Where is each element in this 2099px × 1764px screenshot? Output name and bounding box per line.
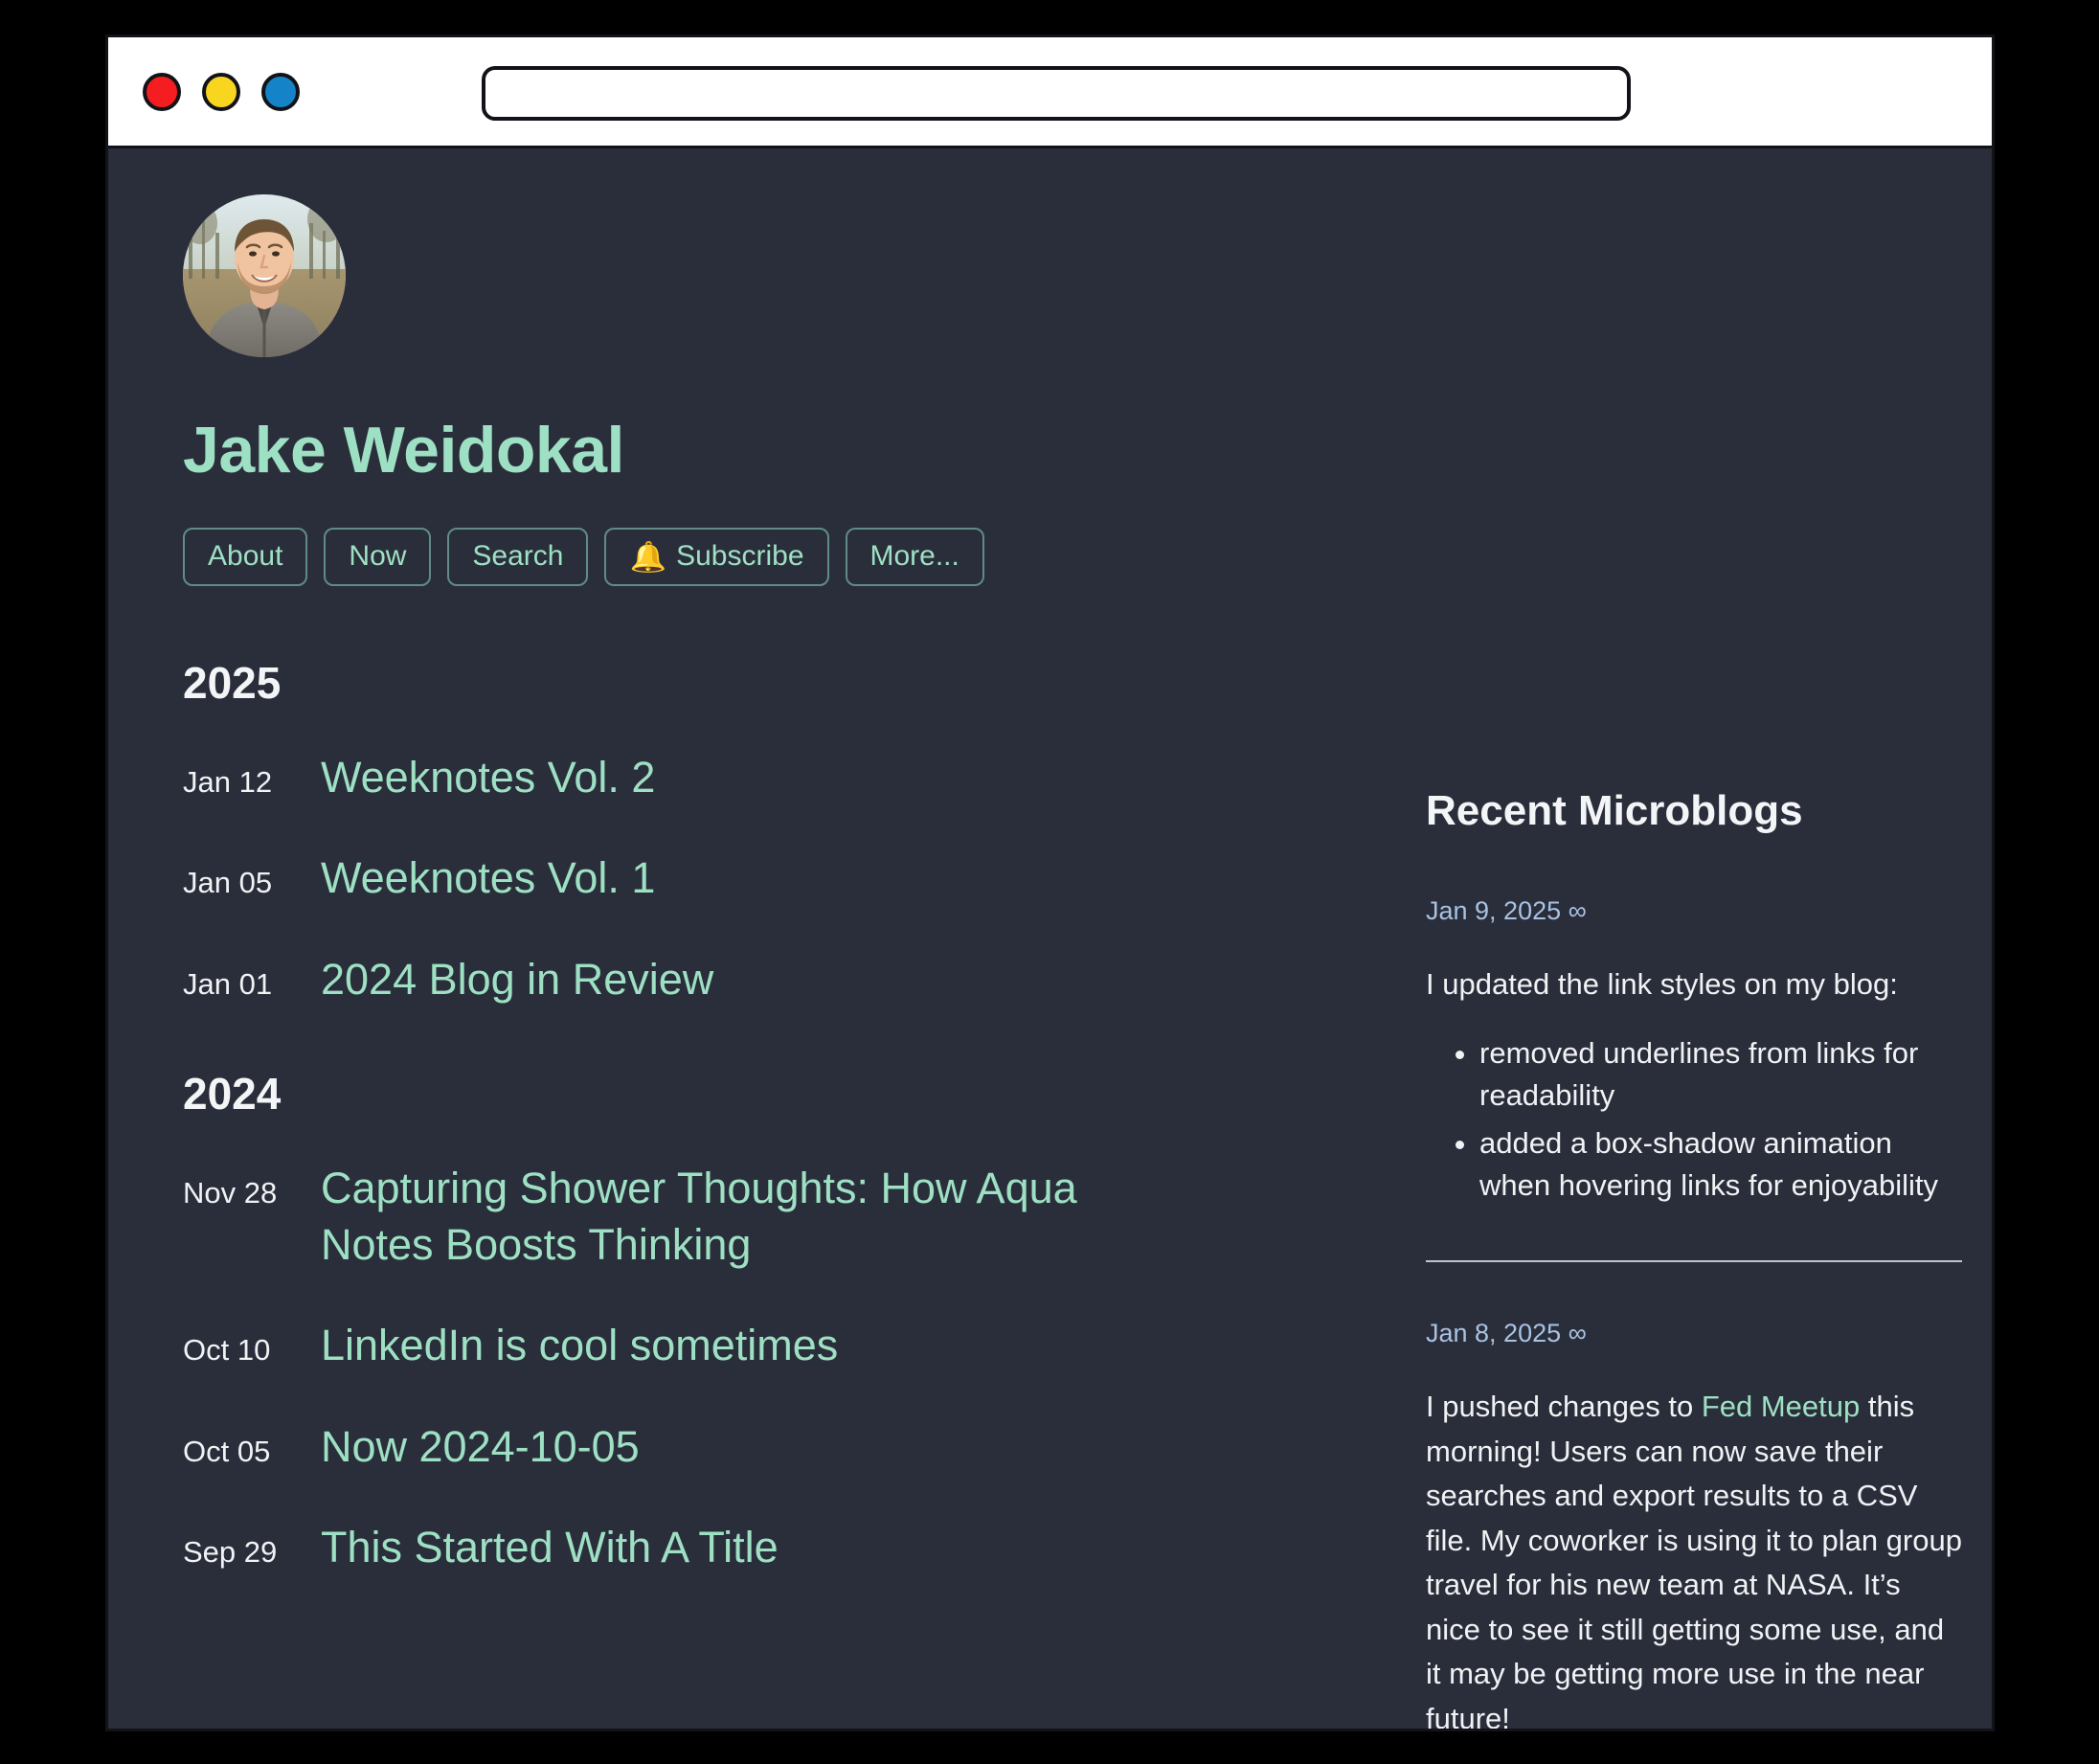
post-title-link[interactable]: Capturing Shower Thoughts: How Aqua Note… — [321, 1161, 1183, 1273]
microblog-permalink[interactable]: Jan 8, 2025 ∞ — [1426, 1318, 1962, 1348]
post-date: Jan 12 — [183, 764, 273, 799]
post-date: Oct 05 — [183, 1434, 271, 1468]
nav-button-search[interactable]: Search — [447, 528, 589, 586]
page-title: Jake Weidokal — [183, 414, 624, 486]
browser-chrome-bar — [108, 37, 1992, 148]
main-column: Jake Weidokal About Now Search 🔔 Subscri… — [183, 194, 1380, 1729]
sidebar-microblogs: Recent Microblogs Jan 9, 2025 ∞ I update… — [1426, 194, 1962, 1729]
site-navigation: About Now Search 🔔 Subscribe More... — [183, 528, 1380, 586]
post-list-item[interactable]: Nov 28 Capturing Shower Thoughts: How Aq… — [183, 1161, 1380, 1273]
nav-label-more: More... — [869, 540, 959, 572]
divider — [1426, 1259, 1962, 1262]
microblog-permalink[interactable]: Jan 9, 2025 ∞ — [1426, 895, 1962, 926]
post-title-link[interactable]: Now 2024-10-05 — [321, 1419, 640, 1476]
post-list-item[interactable]: Jan 05 Weeknotes Vol. 1 — [183, 850, 1380, 907]
post-list-item[interactable]: Sep 29 This Started With A Title — [183, 1520, 1380, 1576]
post-date: Jan 05 — [183, 866, 273, 899]
year-heading-2025: 2025 — [183, 657, 282, 708]
nav-button-about[interactable]: About — [183, 528, 308, 586]
close-window-button[interactable] — [143, 72, 181, 111]
nav-label-now: Now — [349, 540, 407, 572]
post-list-item[interactable]: Jan 12 Weeknotes Vol. 2 — [183, 750, 1380, 806]
page-content: Jake Weidokal About Now Search 🔔 Subscri… — [108, 148, 1992, 1729]
browser-window: Jake Weidokal About Now Search 🔔 Subscri… — [105, 34, 1995, 1731]
post-list-item[interactable]: Oct 10 LinkedIn is cool sometimes — [183, 1318, 1380, 1374]
microblog-entry: Jan 9, 2025 ∞ I updated the link styles … — [1426, 895, 1962, 1262]
list-item: added a box-shadow animation when hoveri… — [1479, 1122, 1962, 1207]
post-date: Oct 10 — [183, 1333, 271, 1367]
post-title-link[interactable]: Weeknotes Vol. 1 — [321, 850, 655, 907]
minimize-window-button[interactable] — [202, 72, 240, 111]
post-title-link[interactable]: LinkedIn is cool sometimes — [321, 1318, 838, 1374]
post-title-link[interactable]: 2024 Blog in Review — [321, 952, 713, 1008]
avatar — [183, 194, 346, 357]
microblog-body: I pushed changes to Fed Meetup this morn… — [1426, 1385, 1962, 1729]
traffic-lights — [143, 72, 300, 111]
nav-label-about: About — [208, 540, 283, 572]
post-list-item[interactable]: Jan 01 2024 Blog in Review — [183, 952, 1380, 1008]
url-address-bar[interactable] — [482, 66, 1631, 121]
post-title-link[interactable]: This Started With A Title — [321, 1520, 779, 1576]
microblog-entry: Jan 8, 2025 ∞ I pushed changes to Fed Me… — [1426, 1318, 1962, 1729]
microblog-text-after: this morning! Users can now save their s… — [1426, 1390, 1962, 1729]
microblog-text-before: I pushed changes to — [1426, 1390, 1702, 1424]
fed-meetup-link[interactable]: Fed Meetup — [1702, 1390, 1860, 1423]
microblog-body: I updated the link styles on my blog: — [1426, 967, 1898, 1002]
post-title-link[interactable]: Weeknotes Vol. 2 — [321, 750, 655, 806]
microblog-bullet-list: removed underlines from links for readab… — [1426, 1032, 1962, 1207]
nav-button-now[interactable]: Now — [324, 528, 432, 586]
bell-icon: 🔔 — [629, 539, 667, 574]
nav-label-subscribe: Subscribe — [676, 540, 804, 572]
list-item: removed underlines from links for readab… — [1479, 1032, 1962, 1117]
post-date: Sep 29 — [183, 1535, 278, 1569]
nav-label-search: Search — [472, 540, 564, 572]
year-heading-2024: 2024 — [183, 1069, 282, 1119]
post-date: Jan 01 — [183, 966, 273, 1001]
post-date: Nov 28 — [183, 1176, 278, 1210]
nav-button-more[interactable]: More... — [845, 528, 984, 586]
sidebar-heading: Recent Microblogs — [1426, 787, 1803, 834]
nav-button-subscribe[interactable]: 🔔 Subscribe — [604, 528, 829, 586]
post-list-item[interactable]: Oct 05 Now 2024-10-05 — [183, 1419, 1380, 1476]
maximize-window-button[interactable] — [261, 72, 300, 111]
